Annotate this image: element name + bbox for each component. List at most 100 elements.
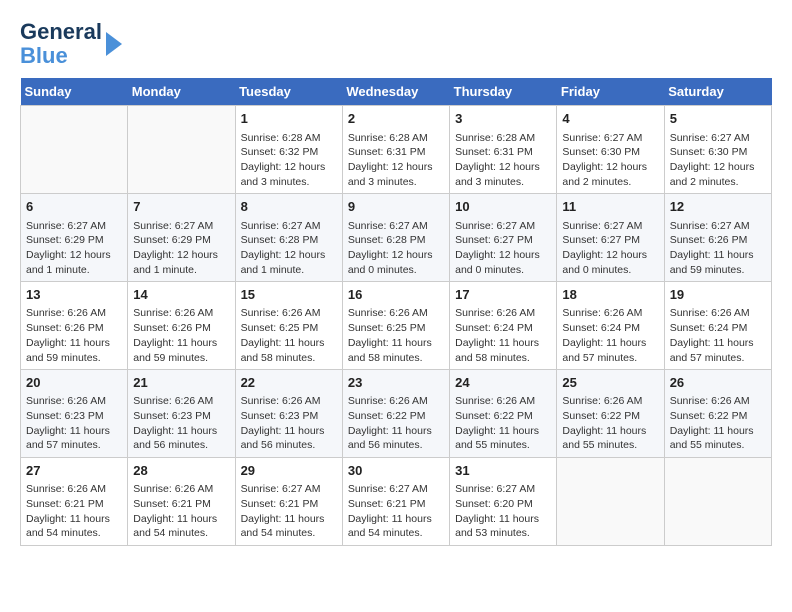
day-info: Sunrise: 6:28 AM Sunset: 6:32 PM Dayligh… xyxy=(241,131,337,190)
day-info: Sunrise: 6:26 AM Sunset: 6:23 PM Dayligh… xyxy=(241,394,337,453)
logo-blue: Blue xyxy=(20,44,102,68)
calendar-cell: 17Sunrise: 6:26 AM Sunset: 6:24 PM Dayli… xyxy=(450,282,557,370)
calendar-cell: 1Sunrise: 6:28 AM Sunset: 6:32 PM Daylig… xyxy=(235,106,342,194)
calendar-cell: 4 Sunrise: 6:27 AM Sunset: 6:30 PM Daylig… xyxy=(557,106,664,194)
day-number: 13 xyxy=(26,286,122,304)
calendar-cell: 12Sunrise: 6:27 AM Sunset: 6:26 PM Dayli… xyxy=(664,194,771,282)
calendar-cell: 5 Sunrise: 6:27 AM Sunset: 6:30 PM Daylig… xyxy=(664,106,771,194)
day-info: Sunrise: 6:26 AM Sunset: 6:25 PM Dayligh… xyxy=(241,306,337,365)
calendar-cell: 30 Sunrise: 6:27 AM Sunset: 6:21 PM Dayli… xyxy=(342,458,449,546)
day-number: 18 xyxy=(562,286,658,304)
day-info: Sunrise: 6:26 AM Sunset: 6:21 PM Dayligh… xyxy=(133,482,229,541)
day-number: 7 xyxy=(133,198,229,216)
weekday-header-wednesday: Wednesday xyxy=(342,78,449,106)
calendar-week-row: 6 Sunrise: 6:27 AM Sunset: 6:29 PM Daylig… xyxy=(21,194,772,282)
calendar-cell: 13Sunrise: 6:26 AM Sunset: 6:26 PM Dayli… xyxy=(21,282,128,370)
day-number: 26 xyxy=(670,374,766,392)
logo-general: General xyxy=(20,20,102,44)
day-info: Sunrise: 6:26 AM Sunset: 6:23 PM Dayligh… xyxy=(133,394,229,453)
calendar-cell: 24 Sunrise: 6:26 AM Sunset: 6:22 PM Dayli… xyxy=(450,370,557,458)
day-info: Sunrise: 6:26 AM Sunset: 6:26 PM Dayligh… xyxy=(133,306,229,365)
calendar-cell: 11Sunrise: 6:27 AM Sunset: 6:27 PM Dayli… xyxy=(557,194,664,282)
day-number: 3 xyxy=(455,110,551,128)
day-number: 28 xyxy=(133,462,229,480)
day-number: 31 xyxy=(455,462,551,480)
day-info: Sunrise: 6:26 AM Sunset: 6:24 PM Dayligh… xyxy=(455,306,551,365)
day-info: Sunrise: 6:27 AM Sunset: 6:28 PM Dayligh… xyxy=(348,219,444,278)
day-info: Sunrise: 6:27 AM Sunset: 6:30 PM Dayligh… xyxy=(670,131,766,190)
page-header: General Blue xyxy=(20,20,772,68)
weekday-header-friday: Friday xyxy=(557,78,664,106)
calendar-body: 1Sunrise: 6:28 AM Sunset: 6:32 PM Daylig… xyxy=(21,106,772,546)
day-info: Sunrise: 6:26 AM Sunset: 6:22 PM Dayligh… xyxy=(455,394,551,453)
day-info: Sunrise: 6:27 AM Sunset: 6:27 PM Dayligh… xyxy=(455,219,551,278)
day-info: Sunrise: 6:27 AM Sunset: 6:28 PM Dayligh… xyxy=(241,219,337,278)
calendar-cell xyxy=(664,458,771,546)
calendar-cell xyxy=(557,458,664,546)
day-info: Sunrise: 6:27 AM Sunset: 6:29 PM Dayligh… xyxy=(26,219,122,278)
day-number: 20 xyxy=(26,374,122,392)
calendar-cell: 14 Sunrise: 6:26 AM Sunset: 6:26 PM Dayli… xyxy=(128,282,235,370)
weekday-header-monday: Monday xyxy=(128,78,235,106)
logo: General Blue xyxy=(20,20,122,68)
day-number: 11 xyxy=(562,198,658,216)
day-info: Sunrise: 6:26 AM Sunset: 6:24 PM Dayligh… xyxy=(562,306,658,365)
calendar-cell: 6 Sunrise: 6:27 AM Sunset: 6:29 PM Daylig… xyxy=(21,194,128,282)
calendar-cell: 9 Sunrise: 6:27 AM Sunset: 6:28 PM Daylig… xyxy=(342,194,449,282)
calendar-cell xyxy=(21,106,128,194)
calendar-cell: 20 Sunrise: 6:26 AM Sunset: 6:23 PM Dayli… xyxy=(21,370,128,458)
calendar-table: SundayMondayTuesdayWednesdayThursdayFrid… xyxy=(20,78,772,546)
day-number: 21 xyxy=(133,374,229,392)
day-number: 5 xyxy=(670,110,766,128)
calendar-cell: 21 Sunrise: 6:26 AM Sunset: 6:23 PM Dayli… xyxy=(128,370,235,458)
day-number: 15 xyxy=(241,286,337,304)
day-number: 23 xyxy=(348,374,444,392)
calendar-cell: 23 Sunrise: 6:26 AM Sunset: 6:22 PM Dayli… xyxy=(342,370,449,458)
day-number: 10 xyxy=(455,198,551,216)
day-info: Sunrise: 6:26 AM Sunset: 6:25 PM Dayligh… xyxy=(348,306,444,365)
calendar-cell: 7 Sunrise: 6:27 AM Sunset: 6:29 PM Daylig… xyxy=(128,194,235,282)
day-number: 2 xyxy=(348,110,444,128)
day-number: 4 xyxy=(562,110,658,128)
day-info: Sunrise: 6:26 AM Sunset: 6:22 PM Dayligh… xyxy=(562,394,658,453)
calendar-cell: 27 Sunrise: 6:26 AM Sunset: 6:21 PM Dayli… xyxy=(21,458,128,546)
calendar-cell: 8Sunrise: 6:27 AM Sunset: 6:28 PM Daylig… xyxy=(235,194,342,282)
day-number: 9 xyxy=(348,198,444,216)
day-info: Sunrise: 6:26 AM Sunset: 6:21 PM Dayligh… xyxy=(26,482,122,541)
day-number: 14 xyxy=(133,286,229,304)
calendar-cell: 15 Sunrise: 6:26 AM Sunset: 6:25 PM Dayli… xyxy=(235,282,342,370)
day-info: Sunrise: 6:28 AM Sunset: 6:31 PM Dayligh… xyxy=(348,131,444,190)
calendar-cell: 3 Sunrise: 6:28 AM Sunset: 6:31 PM Daylig… xyxy=(450,106,557,194)
calendar-cell: 29 Sunrise: 6:27 AM Sunset: 6:21 PM Dayli… xyxy=(235,458,342,546)
calendar-week-row: 13 Sunrise: 6:26 AM Sunset: 6:26 PM Dayli… xyxy=(21,282,772,370)
day-number: 16 xyxy=(348,286,444,304)
calendar-cell: 25Sunrise: 6:26 AM Sunset: 6:22 PM Dayli… xyxy=(557,370,664,458)
weekday-header-tuesday: Tuesday xyxy=(235,78,342,106)
day-info: Sunrise: 6:27 AM Sunset: 6:20 PM Dayligh… xyxy=(455,482,551,541)
weekday-header-thursday: Thursday xyxy=(450,78,557,106)
day-info: Sunrise: 6:27 AM Sunset: 6:26 PM Dayligh… xyxy=(670,219,766,278)
calendar-cell xyxy=(128,106,235,194)
weekday-header-row: SundayMondayTuesdayWednesdayThursdayFrid… xyxy=(21,78,772,106)
day-number: 27 xyxy=(26,462,122,480)
day-info: Sunrise: 6:26 AM Sunset: 6:22 PM Dayligh… xyxy=(670,394,766,453)
calendar-week-row: 27 Sunrise: 6:26 AM Sunset: 6:21 PM Dayli… xyxy=(21,458,772,546)
calendar-cell: 16 Sunrise: 6:26 AM Sunset: 6:25 PM Dayli… xyxy=(342,282,449,370)
calendar-cell: 26 Sunrise: 6:26 AM Sunset: 6:22 PM Dayli… xyxy=(664,370,771,458)
calendar-cell: 2 Sunrise: 6:28 AM Sunset: 6:31 PM Daylig… xyxy=(342,106,449,194)
calendar-week-row: 20 Sunrise: 6:26 AM Sunset: 6:23 PM Dayli… xyxy=(21,370,772,458)
day-info: Sunrise: 6:27 AM Sunset: 6:21 PM Dayligh… xyxy=(241,482,337,541)
day-number: 6 xyxy=(26,198,122,216)
day-info: Sunrise: 6:27 AM Sunset: 6:30 PM Dayligh… xyxy=(562,131,658,190)
weekday-header-sunday: Sunday xyxy=(21,78,128,106)
day-info: Sunrise: 6:26 AM Sunset: 6:23 PM Dayligh… xyxy=(26,394,122,453)
day-info: Sunrise: 6:27 AM Sunset: 6:29 PM Dayligh… xyxy=(133,219,229,278)
day-number: 29 xyxy=(241,462,337,480)
day-info: Sunrise: 6:28 AM Sunset: 6:31 PM Dayligh… xyxy=(455,131,551,190)
day-info: Sunrise: 6:27 AM Sunset: 6:21 PM Dayligh… xyxy=(348,482,444,541)
calendar-cell: 18 Sunrise: 6:26 AM Sunset: 6:24 PM Dayli… xyxy=(557,282,664,370)
calendar-cell: 19Sunrise: 6:26 AM Sunset: 6:24 PM Dayli… xyxy=(664,282,771,370)
day-number: 24 xyxy=(455,374,551,392)
day-info: Sunrise: 6:26 AM Sunset: 6:22 PM Dayligh… xyxy=(348,394,444,453)
day-number: 30 xyxy=(348,462,444,480)
